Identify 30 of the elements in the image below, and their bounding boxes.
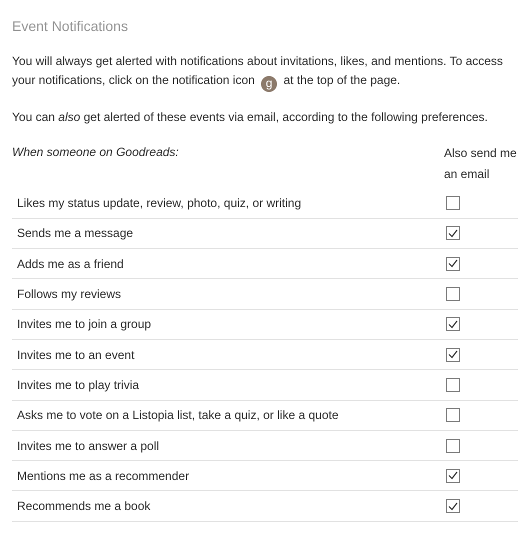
email-checkbox[interactable] <box>446 348 460 362</box>
email-checkbox[interactable] <box>446 226 460 240</box>
notification-icon: g <box>261 76 278 92</box>
event-label: Invites me to play trivia <box>17 378 140 392</box>
column-header: Also send me an email <box>444 144 518 182</box>
column-header: When someone on Goodreads: <box>12 144 179 160</box>
event-label: Asks me to vote on a Listopia list, take a quiz, or like a quote <box>17 408 339 422</box>
email-checkbox[interactable] <box>446 256 460 271</box>
event-label: Likes my status update, review, photo, quiz, or writing <box>17 196 302 210</box>
event-label: Adds me as a friend <box>17 256 124 271</box>
event-label: Follows my reviews <box>17 287 122 302</box>
email-checkbox[interactable] <box>446 499 460 514</box>
email-checkbox[interactable] <box>446 468 460 483</box>
email-checkbox[interactable] <box>446 438 460 453</box>
email-checkbox[interactable] <box>446 287 460 302</box>
email-note: You can also get alerted of these events via email, according to the following preferences. <box>12 108 489 126</box>
email-checkbox[interactable] <box>446 317 460 332</box>
section-title: Event Notifications <box>12 18 129 34</box>
event-label: Invites me to an event <box>17 348 134 362</box>
intro-text-end: at the top of the page. <box>283 73 400 87</box>
event-label: Mentions me as a recommender <box>17 468 190 483</box>
email-checkbox[interactable] <box>446 378 460 392</box>
event-label: Invites me to join a group <box>17 317 152 332</box>
event-label: Sends me a message <box>17 226 134 240</box>
intro-text: You will always get alerted with notifications about invitations, likes, and mentions. To access <box>12 53 504 70</box>
email-checkbox[interactable] <box>446 408 460 422</box>
event-label: Invites me to answer a poll <box>17 438 160 453</box>
intro-text: your notifications, click on the notification icon <box>12 73 255 87</box>
event-label: Recommends me a book <box>17 499 150 514</box>
email-checkbox[interactable] <box>446 196 460 210</box>
